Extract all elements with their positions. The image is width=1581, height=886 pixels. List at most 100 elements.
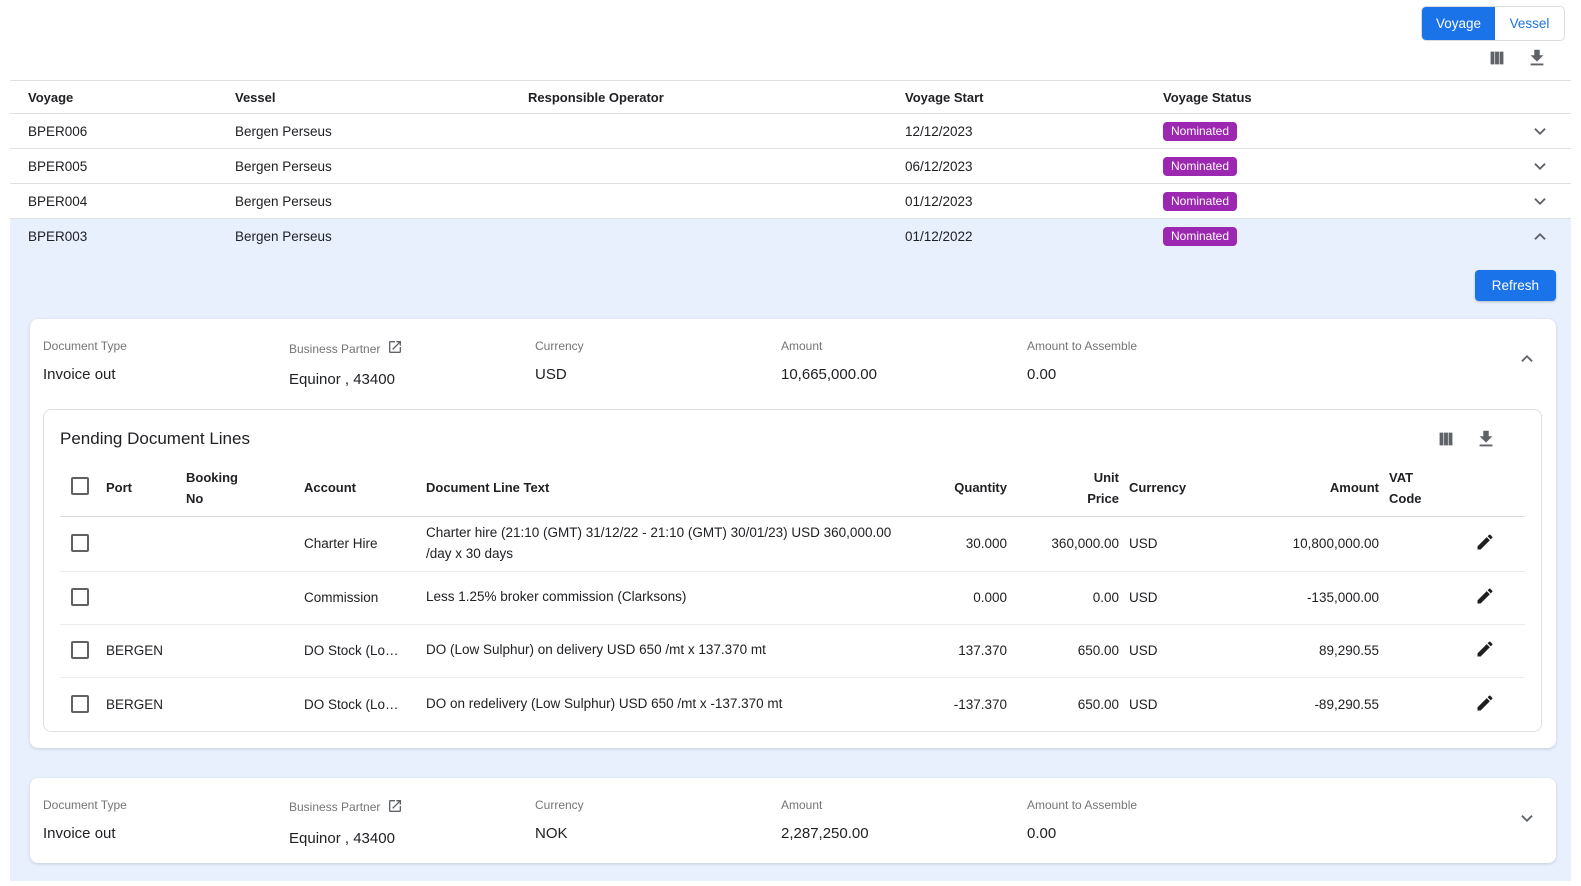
line-cell-account: DO Stock (Low… bbox=[304, 643, 416, 658]
amount-value: 10,665,000.00 bbox=[781, 366, 1027, 383]
currency-field: Currency USD bbox=[535, 333, 781, 383]
line-cell-document-line-text: DO (Low Sulphur) on delivery USD 650 /mt… bbox=[426, 640, 925, 661]
column-header-responsible-operator: Responsible Operator bbox=[528, 90, 905, 105]
refresh-button[interactable]: Refresh bbox=[1475, 270, 1556, 301]
pending-line-row: Commission Less 1.25% broker commission (… bbox=[60, 572, 1525, 625]
pending-lines-rows: Charter Hire Charter hire (21:10 (GMT) 31… bbox=[60, 517, 1525, 731]
document-type-value: Invoice out bbox=[43, 825, 289, 842]
voyage-cell-voyage-start: 01/12/2023 bbox=[905, 194, 1163, 209]
currency-value: USD bbox=[535, 366, 781, 383]
edit-icon[interactable] bbox=[1473, 637, 1497, 664]
column-header-currency: Currency bbox=[1129, 478, 1217, 499]
line-cell-unit-price: 650.00 bbox=[1017, 697, 1129, 712]
row-checkbox[interactable] bbox=[71, 588, 89, 606]
currency-value: NOK bbox=[535, 825, 781, 842]
voyage-cell-vessel: Bergen Perseus bbox=[235, 124, 528, 139]
voyage-cell-voyage-start: 06/12/2023 bbox=[905, 159, 1163, 174]
edit-icon[interactable] bbox=[1473, 584, 1497, 611]
download-icon[interactable] bbox=[1475, 427, 1499, 451]
line-cell-port: BERGEN bbox=[106, 697, 186, 712]
columns-icon[interactable] bbox=[1486, 46, 1510, 70]
column-header-port: Port bbox=[106, 478, 186, 499]
line-cell-unit-price: 650.00 bbox=[1017, 643, 1129, 658]
line-cell-account: Charter Hire bbox=[304, 536, 416, 551]
voyage-status-cell: Nominated bbox=[1163, 122, 1511, 141]
line-cell-account: Commission bbox=[304, 590, 416, 605]
status-badge: Nominated bbox=[1163, 157, 1237, 176]
amount-value: 2,287,250.00 bbox=[781, 825, 1027, 842]
document-card: Document Type Invoice out Business Partn… bbox=[30, 319, 1556, 748]
voyage-row-BPER006[interactable]: BPER006Bergen Perseus 12/12/2023Nominated bbox=[10, 114, 1571, 149]
chevron-down-icon[interactable] bbox=[1529, 154, 1553, 178]
column-header-quantity: Quantity bbox=[925, 478, 1017, 499]
voyage-table-rows: BPER006Bergen Perseus12/12/2023Nominated… bbox=[10, 114, 1571, 254]
top-bar: Voyage Vessel bbox=[0, 0, 1581, 44]
open-in-new-icon[interactable] bbox=[387, 798, 403, 817]
edit-icon[interactable] bbox=[1473, 530, 1497, 557]
voyage-status-cell: Nominated bbox=[1163, 192, 1511, 211]
columns-icon[interactable] bbox=[1435, 427, 1459, 451]
edit-icon[interactable] bbox=[1473, 691, 1497, 718]
line-cell-quantity: -137.370 bbox=[925, 697, 1017, 712]
voyage-table-header: Voyage Vessel Responsible Operator Voyag… bbox=[10, 81, 1571, 114]
voyage-table: Voyage Vessel Responsible Operator Voyag… bbox=[10, 80, 1571, 254]
line-cell-amount: 89,290.55 bbox=[1217, 643, 1389, 658]
status-badge: Nominated bbox=[1163, 192, 1237, 211]
row-checkbox[interactable] bbox=[71, 534, 89, 552]
chevron-up-icon[interactable] bbox=[1512, 344, 1542, 377]
line-cell-account: DO Stock (Low… bbox=[304, 697, 416, 712]
chevron-down-icon[interactable] bbox=[1529, 119, 1553, 143]
row-checkbox[interactable] bbox=[71, 695, 89, 713]
voyage-row-BPER004[interactable]: BPER004Bergen Perseus 01/12/2023Nominated bbox=[10, 184, 1571, 219]
line-cell-amount: -135,000.00 bbox=[1217, 590, 1389, 605]
toggle-vessel[interactable]: Vessel bbox=[1495, 7, 1564, 40]
voyage-row-BPER003[interactable]: BPER003Bergen Perseus01/12/2022Nominated bbox=[10, 219, 1571, 254]
amount-field: Amount 2,287,250.00 bbox=[781, 792, 1027, 842]
amount-label: Amount bbox=[781, 333, 1027, 353]
pending-line-row: BERGEN DO Stock (Low… DO (Low Sulphur) on … bbox=[60, 625, 1525, 678]
column-header-voyage: Voyage bbox=[28, 90, 235, 105]
document-type-field: Document Type Invoice out bbox=[43, 792, 289, 842]
business-partner-value: Equinor , 43400 bbox=[289, 371, 535, 388]
amount-to-assemble-field: Amount to Assemble 0.00 bbox=[1027, 792, 1498, 842]
business-partner-field: Business Partner Equinor , 43400 bbox=[289, 792, 535, 847]
document-type-field: Document Type Invoice out bbox=[43, 333, 289, 383]
line-cell-unit-price: 0.00 bbox=[1017, 590, 1129, 605]
voyage-cell-vessel: Bergen Perseus bbox=[235, 194, 528, 209]
chevron-down-icon[interactable] bbox=[1512, 803, 1542, 836]
line-cell-document-line-text: Less 1.25% broker commission (Clarksons) bbox=[426, 587, 925, 608]
voyage-cell-voyage: BPER006 bbox=[28, 124, 235, 139]
voyage-table-toolbar bbox=[0, 44, 1581, 80]
select-all-checkbox[interactable] bbox=[71, 477, 89, 495]
column-header-voyage-status: Voyage Status bbox=[1163, 90, 1511, 105]
business-partner-label: Business Partner bbox=[289, 800, 380, 814]
document-type-label: Document Type bbox=[43, 792, 289, 812]
voyage-cell-voyage-start: 12/12/2023 bbox=[905, 124, 1163, 139]
voyage-status-cell: Nominated bbox=[1163, 157, 1511, 176]
voyage-row-BPER005[interactable]: BPER005Bergen Perseus06/12/2023Nominated bbox=[10, 149, 1571, 184]
amount-to-assemble-value: 0.00 bbox=[1027, 825, 1498, 842]
line-cell-currency: USD bbox=[1129, 536, 1217, 551]
line-cell-port: BERGEN bbox=[106, 643, 186, 658]
chevron-up-icon[interactable] bbox=[1529, 225, 1553, 249]
pending-lines-title: Pending Document Lines bbox=[60, 429, 250, 449]
column-header-amount: Amount bbox=[1217, 478, 1389, 499]
column-header-voyage-start: Voyage Start bbox=[905, 90, 1163, 105]
currency-label: Currency bbox=[535, 333, 781, 353]
toggle-voyage[interactable]: Voyage bbox=[1422, 7, 1495, 40]
row-checkbox[interactable] bbox=[71, 641, 89, 659]
column-header-vessel: Vessel bbox=[235, 90, 528, 105]
line-cell-currency: USD bbox=[1129, 697, 1217, 712]
voyage-cell-vessel: Bergen Perseus bbox=[235, 229, 528, 244]
column-header-unit-price: Unit Price bbox=[1079, 468, 1119, 508]
line-cell-document-line-text: Charter hire (21:10 (GMT) 31/12/22 - 21:… bbox=[426, 523, 925, 565]
open-in-new-icon[interactable] bbox=[387, 339, 403, 358]
download-icon[interactable] bbox=[1526, 46, 1550, 70]
business-partner-label: Business Partner bbox=[289, 342, 380, 356]
voyage-cell-voyage: BPER004 bbox=[28, 194, 235, 209]
view-toggle-group: Voyage Vessel bbox=[1421, 6, 1565, 41]
chevron-down-icon[interactable] bbox=[1529, 189, 1553, 213]
amount-to-assemble-label: Amount to Assemble bbox=[1027, 333, 1498, 353]
voyage-cell-vessel: Bergen Perseus bbox=[235, 159, 528, 174]
line-cell-amount: 10,800,000.00 bbox=[1217, 536, 1389, 551]
